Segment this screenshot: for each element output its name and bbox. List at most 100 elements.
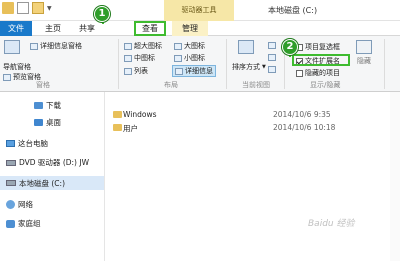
title-bar: ▼ 驱动器工具 本地磁盘 (C:): [0, 0, 400, 21]
medium-icons-option[interactable]: 中图标: [124, 53, 155, 63]
list-option[interactable]: 列表: [124, 66, 148, 76]
table-row[interactable]: Windows 2014/10/6 9:35: [113, 110, 331, 120]
homegroup-icon: [6, 219, 15, 228]
nav-item-this-pc[interactable]: 这台电脑: [6, 138, 48, 149]
tab-home[interactable]: 主页: [38, 21, 68, 36]
item-checkboxes-label: 项目复选框: [305, 43, 340, 51]
nav-item-label: 桌面: [46, 118, 61, 127]
nav-item-local-disk-c[interactable]: 本地磁盘 (C:): [0, 176, 104, 190]
nav-item-label: 这台电脑: [18, 139, 48, 148]
small-icons-label: 小图标: [184, 54, 205, 62]
hidden-items-option[interactable]: 隐藏的项目: [296, 68, 340, 78]
tab-manage[interactable]: 管理: [172, 21, 208, 36]
xlarge-icons-option[interactable]: 超大图标: [124, 41, 162, 51]
file-name: 用户: [123, 124, 138, 133]
medium-icons-icon: [124, 54, 132, 62]
hide-selected-icon: [356, 40, 372, 54]
add-columns-icon: [268, 54, 276, 61]
medium-icons-label: 中图标: [134, 54, 155, 62]
folder-icon: [113, 111, 122, 118]
group-by-button[interactable]: [268, 42, 276, 49]
new-folder-icon[interactable]: [32, 2, 44, 14]
nav-pane-label-row[interactable]: 导航窗格: [3, 62, 31, 72]
details-pane-label: 详细信息窗格: [40, 42, 82, 50]
small-icons-option[interactable]: 小图标: [174, 53, 205, 63]
nav-pane-label: 导航窗格: [3, 63, 31, 71]
details-view-label: 详细信息: [185, 67, 213, 75]
sort-icon: [238, 40, 254, 54]
group-label-current-view: 当前视图: [242, 81, 270, 89]
nav-item-label: DVD 驱动器 (D:) JW: [19, 158, 89, 167]
nav-item-label: 本地磁盘 (C:): [19, 178, 65, 188]
nav-item-desktop[interactable]: 桌面: [34, 117, 61, 128]
layout-gallery: 超大图标 大图标 中图标 小图标 列表 详细信息: [122, 39, 222, 79]
large-icons-option[interactable]: 大图标: [174, 41, 205, 51]
hide-selected-button[interactable]: 隐藏: [356, 40, 372, 66]
hidden-items-checkbox[interactable]: [296, 69, 303, 77]
add-columns-button[interactable]: [268, 54, 276, 61]
explorer-content: 下载 桌面 这台电脑 DVD 驱动器 (D:) JW 本地磁盘 (C:) 网络 …: [0, 92, 400, 261]
nav-pane-button[interactable]: [4, 40, 20, 54]
file-extensions-highlight: [292, 54, 350, 66]
group-by-icon: [268, 42, 276, 49]
nav-divider: [104, 92, 105, 261]
nav-item-label: 家庭组: [18, 219, 41, 228]
folder-icon: [34, 102, 43, 109]
hard-drive-icon: [6, 180, 16, 186]
tab-view[interactable]: 查看: [134, 21, 166, 36]
nav-item-label: 下载: [46, 101, 61, 110]
small-icons-icon: [174, 54, 182, 62]
step-badge-1: 1: [94, 6, 110, 22]
xlarge-icons-icon: [124, 42, 132, 50]
nav-item-homegroup[interactable]: 家庭组: [6, 218, 41, 229]
scrollbar[interactable]: [390, 92, 400, 261]
table-row[interactable]: 用户 2014/10/6 10:18: [113, 123, 335, 133]
group-label-show-hide: 显示/隐藏: [310, 81, 341, 89]
sort-by-label: 排序方式: [232, 63, 260, 71]
computer-icon: [6, 140, 15, 147]
file-date: 2014/10/6 10:18: [273, 123, 336, 132]
group-label-pane: 窗格: [36, 81, 50, 89]
preview-pane-icon: [3, 73, 11, 81]
group-label-layout: 布局: [164, 81, 178, 89]
hide-selected-label: 隐藏: [357, 57, 371, 65]
hidden-items-label: 隐藏的项目: [305, 69, 340, 77]
nav-item-downloads[interactable]: 下载: [34, 100, 61, 111]
sort-by-label-row[interactable]: 排序方式 ▼: [232, 62, 266, 72]
dvd-drive-icon: [6, 159, 16, 166]
large-icons-icon: [174, 42, 182, 50]
details-view-option[interactable]: 详细信息: [172, 65, 216, 77]
details-pane-button[interactable]: 详细信息窗格: [30, 41, 82, 51]
sort-by-button[interactable]: [238, 40, 254, 54]
xlarge-icons-label: 超大图标: [134, 42, 162, 50]
item-checkboxes-option[interactable]: 项目复选框: [296, 42, 340, 52]
ribbon-separator: [226, 39, 227, 89]
file-name: Windows: [123, 110, 157, 119]
chevron-down-icon: ▼: [262, 64, 266, 70]
step-badge-2: 2: [282, 39, 298, 55]
ribbon-separator: [118, 39, 119, 89]
window-title: 本地磁盘 (C:): [268, 6, 318, 15]
desktop-icon: [34, 119, 43, 126]
properties-icon[interactable]: [17, 2, 29, 14]
nav-item-label: 网络: [18, 200, 33, 209]
details-view-icon: [175, 67, 183, 75]
nav-item-dvd-drive[interactable]: DVD 驱动器 (D:) JW: [6, 157, 89, 168]
watermark-text: Baidu 经验: [308, 219, 355, 229]
chevron-down-icon[interactable]: ▼: [47, 5, 52, 12]
tab-file[interactable]: 文件: [0, 21, 32, 36]
ribbon-separator: [384, 39, 385, 89]
network-icon: [6, 200, 15, 209]
list-label: 列表: [134, 67, 148, 75]
nav-pane-icon: [4, 40, 20, 54]
navigation-pane: 下载 桌面 这台电脑 DVD 驱动器 (D:) JW 本地磁盘 (C:) 网络 …: [0, 92, 104, 261]
file-date: 2014/10/6 9:35: [273, 110, 331, 119]
nav-item-network[interactable]: 网络: [6, 199, 33, 210]
folder-icon[interactable]: [2, 2, 14, 14]
size-columns-icon: [268, 66, 276, 73]
details-pane-icon: [30, 42, 38, 50]
folder-icon: [113, 124, 122, 131]
size-columns-button[interactable]: [268, 66, 276, 73]
tab-share[interactable]: 共享: [72, 21, 102, 36]
context-tab-group: 驱动器工具: [164, 0, 234, 21]
